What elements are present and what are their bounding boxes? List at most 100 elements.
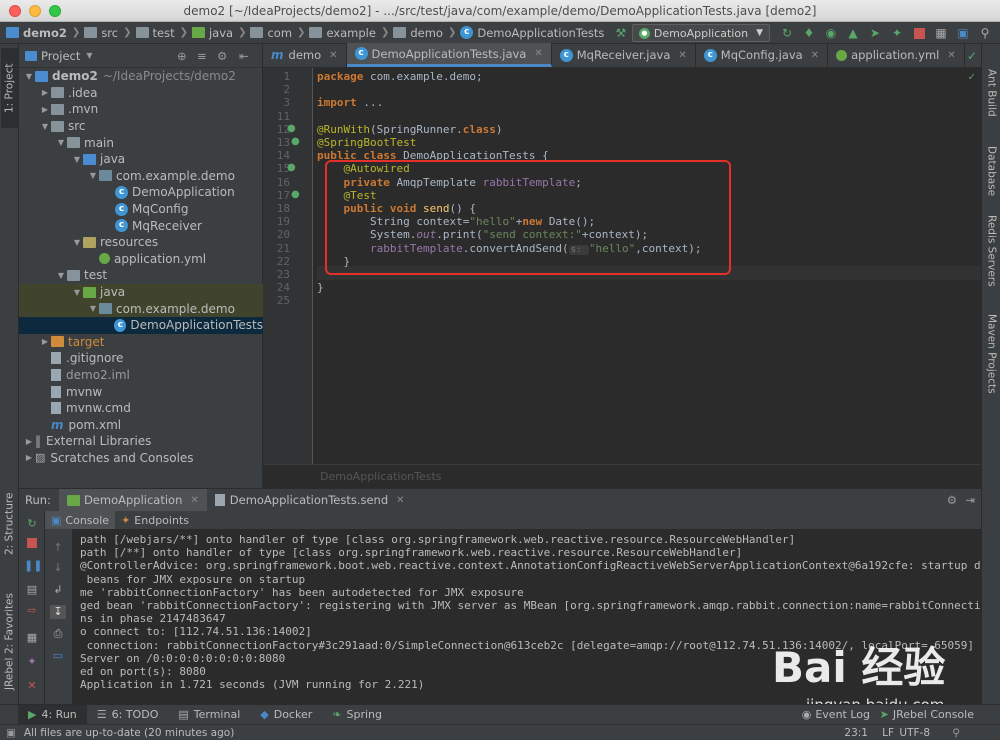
close-icon[interactable]: ✕	[190, 495, 198, 506]
console-tab[interactable]: ✦ Endpoints	[115, 511, 195, 529]
search-everywhere-icon[interactable]: ⚲	[977, 25, 993, 41]
stop-icon[interactable]	[911, 25, 927, 41]
structure-tool-tab[interactable]: 2: Structure	[1, 474, 18, 574]
close-icon[interactable]: ✕	[947, 50, 955, 61]
tree-item[interactable]: ▼ com.example.demo	[19, 168, 263, 185]
stop-icon[interactable]	[24, 538, 40, 552]
lock-icon[interactable]: ⚲	[952, 727, 960, 739]
tree-item[interactable]: ▼ java	[19, 151, 263, 168]
expanded-arrow-icon[interactable]: ▼	[71, 288, 83, 297]
console-tab[interactable]: ▣ Console	[45, 511, 116, 529]
status-layout-icon[interactable]: ▣	[6, 727, 16, 739]
jrebel-debug-icon[interactable]: ✦	[889, 25, 905, 41]
run-tab[interactable]: DemoApplicationTests.send ✕	[207, 489, 413, 512]
soft-wrap-icon[interactable]: ↲	[50, 583, 66, 597]
breadcrumb-item[interactable]: java ❯	[191, 26, 246, 40]
tree-item[interactable]: ▼ resources	[19, 234, 263, 251]
scroll-from-source-icon[interactable]: ⊕	[177, 49, 187, 63]
bottom-tool-tab[interactable]: ◆ Docker	[250, 705, 322, 725]
collapsed-arrow-icon[interactable]: ▶	[23, 437, 35, 446]
collapsed-arrow-icon[interactable]: ▶	[39, 105, 51, 114]
collapsed-arrow-icon[interactable]: ▶	[23, 453, 35, 462]
tree-item[interactable]: c MqConfig	[19, 201, 263, 218]
expanded-arrow-icon[interactable]: ▼	[87, 304, 99, 313]
print-icon[interactable]: ⎙	[50, 627, 66, 641]
file-encoding[interactable]: UTF-8	[899, 727, 930, 739]
zoom-window-button[interactable]	[49, 5, 61, 17]
editor-tab[interactable]: c MqConfig.java ✕	[696, 43, 829, 67]
collapsed-arrow-icon[interactable]: ▶	[39, 337, 51, 346]
hide-panel-icon[interactable]: ⇤	[239, 49, 249, 63]
bottom-tool-tab[interactable]: ☰ 6: TODO	[87, 705, 169, 725]
project-panel-title[interactable]: Project	[41, 49, 80, 63]
layout-icon[interactable]: ▦	[24, 631, 40, 645]
run-tab[interactable]: DemoApplication ✕	[58, 488, 207, 512]
minimize-window-button[interactable]	[29, 5, 41, 17]
console-output[interactable]: path [/webjars/**] onto handler of type …	[74, 529, 981, 704]
expanded-arrow-icon[interactable]: ▼	[71, 238, 83, 247]
scroll-to-end-icon[interactable]: ↧	[50, 605, 66, 619]
tree-item[interactable]: demo2.iml	[19, 367, 263, 384]
breadcrumb-item[interactable]: com ❯	[250, 26, 305, 40]
collapsed-arrow-icon[interactable]: ▶	[39, 88, 51, 97]
database-tool-tab[interactable]: Database	[983, 136, 1000, 206]
editor-tab[interactable]: c MqReceiver.java ✕	[552, 43, 696, 67]
rerun-icon[interactable]: ↻	[24, 517, 40, 531]
tree-item[interactable]: ▶ ‖ External Libraries	[19, 433, 263, 450]
gear-icon[interactable]: ⚙	[947, 493, 957, 507]
autowired-icon[interactable]: ●	[287, 162, 299, 174]
expanded-arrow-icon[interactable]: ▼	[55, 138, 67, 147]
tree-item[interactable]: ▶ .mvn	[19, 101, 263, 118]
tree-item[interactable]: ▶ ▨ Scratches and Consoles	[19, 450, 263, 467]
chevron-down-icon[interactable]: ▼	[86, 51, 92, 60]
hide-panel-icon[interactable]: ⇥	[965, 493, 975, 507]
clear-all-icon[interactable]: ▭	[50, 649, 66, 663]
tree-item[interactable]: mvnw	[19, 383, 263, 400]
event-log-tab[interactable]: ◉ Event Log	[802, 708, 870, 721]
bottom-tool-tab[interactable]: ▶ 4: Run	[18, 704, 87, 725]
run-test-icon[interactable]: ●	[291, 136, 303, 148]
close-icon[interactable]: ✕	[534, 48, 542, 59]
editor-tab[interactable]: c DemoApplicationTests.java ✕	[346, 43, 552, 67]
bottom-tool-tab[interactable]: ❧ Spring	[322, 705, 392, 725]
hammer-build-icon[interactable]: ⚒	[613, 25, 629, 41]
tree-item[interactable]: mvnw.cmd	[19, 400, 263, 417]
tree-item[interactable]: c DemoApplication	[19, 184, 263, 201]
breadcrumb-item[interactable]: src ❯	[84, 26, 132, 40]
close-icon[interactable]: ✕	[329, 50, 337, 61]
jrebel-run-icon[interactable]: ➤	[867, 25, 883, 41]
pause-icon[interactable]: ❚❚	[24, 559, 42, 573]
close-icon[interactable]: ✕	[678, 50, 686, 61]
spring-bean-icon[interactable]: ●	[287, 123, 299, 135]
project-structure-icon[interactable]: ▦	[933, 25, 949, 41]
jrebel-tool-tab[interactable]: JRebel	[1, 654, 18, 694]
close-icon[interactable]: ✕	[396, 495, 404, 506]
debug-icon[interactable]: ♦	[801, 25, 817, 41]
expanded-arrow-icon[interactable]: ▼	[55, 271, 67, 280]
ant-build-tool-tab[interactable]: Ant Build	[983, 58, 1000, 128]
editor-breadcrumb[interactable]: DemoApplicationTests	[320, 470, 442, 483]
tree-item[interactable]: ▼ test	[19, 267, 263, 284]
breadcrumb-item[interactable]: c DemoApplicationTests	[460, 26, 604, 40]
expanded-arrow-icon[interactable]: ▼	[87, 171, 99, 180]
profile-icon[interactable]: ▲	[845, 25, 861, 41]
jrebel-console-tab[interactable]: ➤ JRebel Console	[880, 708, 974, 721]
breadcrumb-item[interactable]: demo2 ❯	[6, 26, 80, 40]
tree-item[interactable]: ▶ .idea	[19, 85, 263, 102]
line-separator[interactable]: LF	[882, 727, 894, 739]
scroll-up-icon[interactable]: ↑	[50, 541, 66, 555]
coverage-icon[interactable]: ◉	[823, 25, 839, 41]
expanded-arrow-icon[interactable]: ▼	[23, 72, 35, 81]
gear-icon[interactable]: ⚙	[217, 49, 227, 63]
editor-tab[interactable]: application.yml ✕	[828, 43, 965, 67]
collapse-all-icon[interactable]: ≡	[197, 49, 207, 63]
tree-item[interactable]: c MqReceiver	[19, 217, 263, 234]
tree-item[interactable]: application.yml	[19, 251, 263, 268]
tree-item[interactable]: .gitignore	[19, 350, 263, 367]
tree-item[interactable]: m pom.xml	[19, 416, 263, 433]
close-icon[interactable]: ✕	[811, 50, 819, 61]
rerun-icon[interactable]: ↻	[779, 25, 795, 41]
caret-position[interactable]: 23:1	[844, 727, 868, 739]
scroll-down-icon[interactable]: ↓	[50, 561, 66, 575]
run-test-icon[interactable]: ●	[291, 189, 303, 201]
